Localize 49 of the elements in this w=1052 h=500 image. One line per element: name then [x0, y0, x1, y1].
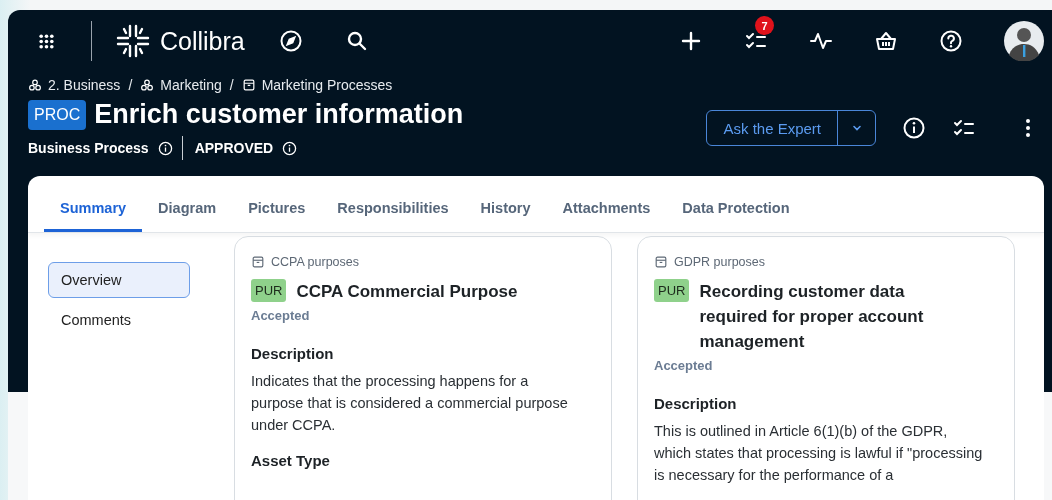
domain-link[interactable]: GDPR purposes: [674, 255, 765, 269]
breadcrumb-link[interactable]: 2. Business: [48, 77, 121, 93]
section-heading: Description: [251, 345, 335, 362]
archive-icon: [251, 255, 265, 269]
tab[interactable]: Pictures: [232, 176, 322, 232]
tab[interactable]: Attachments: [546, 176, 667, 232]
breadcrumb-separator: /: [229, 77, 234, 93]
tab[interactable]: Summary: [44, 176, 143, 232]
compass-icon[interactable]: [278, 29, 303, 53]
brand-name: Collibra: [160, 26, 245, 56]
community-icon: [28, 78, 42, 92]
section-heading: Description: [654, 395, 738, 412]
avatar-icon[interactable]: [1004, 21, 1044, 61]
info-icon[interactable]: [902, 116, 926, 140]
asset-status: APPROVED: [194, 140, 274, 156]
logo-icon: [116, 24, 150, 58]
status-label: Accepted: [251, 308, 311, 323]
apps-grid-icon[interactable]: [38, 32, 55, 50]
description-text: Indicates that the processing happens for a purpose that is considered a commercial purpose under CCPA.: [251, 372, 569, 435]
more-menu-icon[interactable]: [1024, 116, 1032, 140]
tab[interactable]: History: [464, 176, 547, 232]
info-icon[interactable]: [282, 140, 298, 156]
asset-type-badge: PROC: [28, 99, 87, 130]
archive-icon: [654, 255, 668, 269]
card-title[interactable]: CCPA Commercial Purpose: [296, 279, 518, 304]
asset-title: Enrich customer information: [94, 99, 464, 130]
tab[interactable]: Data Protection: [666, 176, 806, 232]
side-nav-item[interactable]: Overview: [48, 262, 190, 298]
info-icon[interactable]: [157, 140, 173, 156]
breadcrumb-link[interactable]: Marketing Processes: [261, 77, 393, 93]
card-title[interactable]: Recording customer data required for proper account management: [699, 279, 940, 354]
domain-link[interactable]: CCPA purposes: [271, 255, 359, 269]
breadcrumb-separator: /: [128, 77, 133, 93]
asset-type-badge: PUR: [654, 279, 690, 302]
basket-icon[interactable]: [874, 29, 898, 53]
section-heading: Asset Type: [251, 452, 331, 469]
help-icon[interactable]: [939, 29, 963, 53]
plus-icon[interactable]: [679, 29, 703, 53]
archive-icon: [241, 78, 256, 92]
breadcrumb-link[interactable]: Marketing: [160, 77, 222, 93]
description-text: This is outlined in Article 6(1)(b) of the GDPR, which states that processing is lawful if "processing is necessary for the performance of a: [654, 422, 984, 485]
status-label: Accepted: [654, 358, 714, 373]
tab[interactable]: Diagram: [142, 176, 233, 232]
asset-type-badge: PUR: [251, 279, 287, 302]
side-nav-item[interactable]: Comments: [48, 302, 190, 338]
asset-type: Business Process: [28, 140, 149, 156]
notification-badge: 7: [755, 16, 774, 35]
tab[interactable]: Responsibilities: [321, 176, 465, 232]
community-icon: [140, 78, 155, 92]
